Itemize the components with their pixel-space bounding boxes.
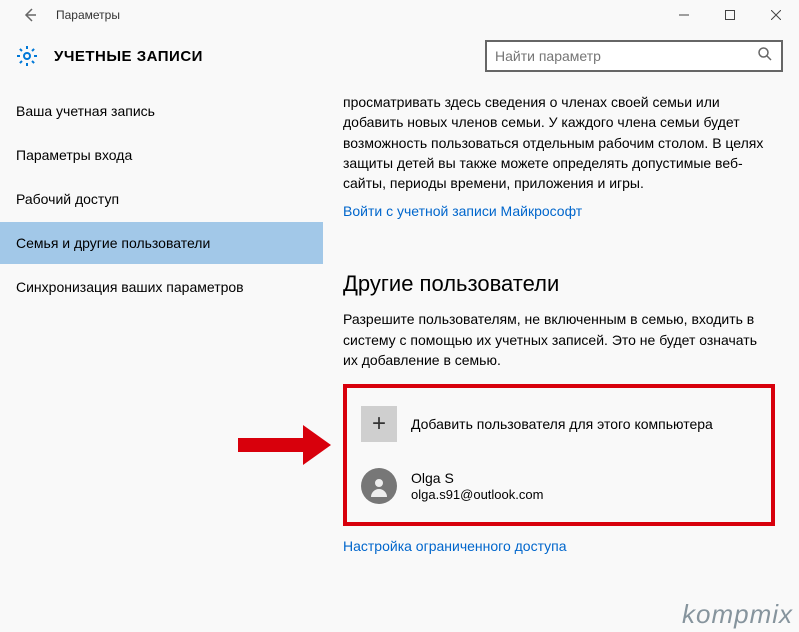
sidebar-item-work-access[interactable]: Рабочий доступ [0,178,323,220]
sidebar-item-family-other-users[interactable]: Семья и другие пользователи [0,222,323,264]
watermark: kompmix [682,599,793,630]
sidebar-item-your-account[interactable]: Ваша учетная запись [0,90,323,132]
sidebar-item-signin-options[interactable]: Параметры входа [0,134,323,176]
search-box[interactable] [485,40,783,72]
ms-sign-in-link[interactable]: Войти с учетной записи Майкрософт [343,203,775,219]
titlebar: Параметры [0,0,799,30]
search-input[interactable] [495,48,757,64]
minimize-button[interactable] [661,0,707,30]
family-intro-text: просматривать здесь сведения о членах св… [343,92,775,193]
plus-icon: + [361,406,397,442]
add-user-button[interactable]: + Добавить пользователя для этого компью… [357,402,761,446]
gear-icon [14,43,40,69]
other-users-title: Другие пользователи [343,271,775,297]
maximize-button[interactable] [707,0,753,30]
search-icon [757,46,773,67]
user-email: olga.s91@outlook.com [411,487,543,504]
restricted-access-link[interactable]: Настройка ограниченного доступа [343,538,775,554]
user-name: Olga S [411,469,543,487]
window-title: Параметры [56,8,661,22]
window-controls [661,0,799,30]
highlight-box: + Добавить пользователя для этого компью… [343,384,775,526]
add-user-label: Добавить пользователя для этого компьюте… [411,415,713,433]
sidebar-item-sync-settings[interactable]: Синхронизация ваших параметров [0,266,323,308]
other-users-desc: Разрешите пользователям, не включенным в… [343,309,775,370]
back-button[interactable] [8,0,52,30]
sidebar: Ваша учетная запись Параметры входа Рабо… [0,86,323,632]
close-button[interactable] [753,0,799,30]
user-row[interactable]: Olga S olga.s91@outlook.com [357,464,761,508]
header: УЧЕТНЫЕ ЗАПИСИ [0,30,799,86]
avatar-icon [361,468,397,504]
content: просматривать здесь сведения о членах св… [323,86,799,632]
page-title: УЧЕТНЫЕ ЗАПИСИ [54,48,485,65]
arrow-left-icon [22,7,38,23]
